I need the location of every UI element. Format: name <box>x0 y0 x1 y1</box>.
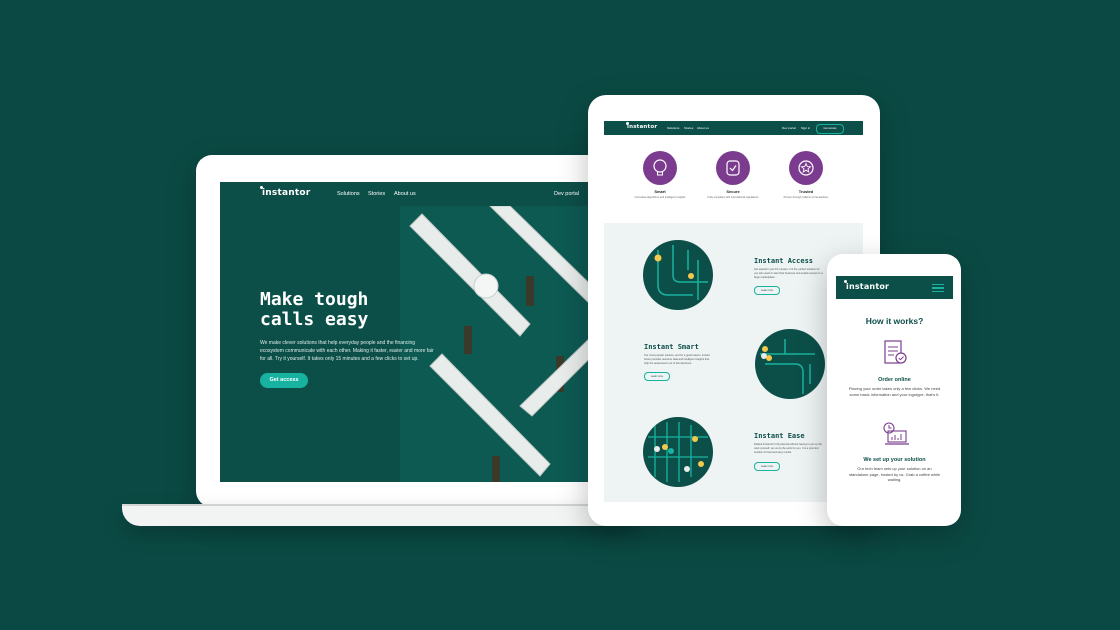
nav-dev-portal[interactable]: Dev portal <box>554 191 579 197</box>
feature-desc: Innovative algorithms and intelligent in… <box>634 196 686 199</box>
feature-secure: Secure Fully compliant with internationa… <box>703 151 763 200</box>
instantor-logo[interactable]: instantor <box>844 280 889 291</box>
nav-dev-portal[interactable]: Dev portal <box>782 126 796 130</box>
learn-more-button[interactable]: Learn more <box>754 286 780 295</box>
nav-sign-in[interactable]: Sign in <box>801 126 810 130</box>
section-text: Default Instantor's full potential witho… <box>754 443 822 454</box>
nav-stories[interactable]: Stories <box>684 126 693 130</box>
nav-solutions[interactable]: Solutions <box>667 126 679 130</box>
section-text: Get started in just 15 minutes. It is th… <box>754 268 823 279</box>
feature-trusted: Trusted Proven through millions of trans… <box>776 151 836 200</box>
tablet-screen: instantor Solutions Stories About us Dev… <box>604 121 863 502</box>
feature-desc: Fully compliant with international regul… <box>707 196 759 199</box>
instant-access-illustration <box>643 240 713 310</box>
laptop-setup-icon <box>883 422 909 445</box>
hero-title-line-2: calls easy <box>260 309 369 330</box>
instant-ease-illustration <box>643 417 713 487</box>
step-title-setup: We set up your solution <box>863 457 926 463</box>
section-text: Our most popular solution, and for a goo… <box>644 354 710 365</box>
hamburger-menu-icon[interactable] <box>932 284 944 292</box>
phone-navbar: instantor <box>836 276 953 299</box>
learn-more-button[interactable]: Learn more <box>754 462 780 471</box>
how-it-works-title: How it works? <box>865 316 924 326</box>
step-text: Our tech team sets up your solution on a… <box>848 466 941 482</box>
get-access-button[interactable]: Get access <box>816 124 844 134</box>
feature-smart: Smart Innovative algorithms and intellig… <box>630 151 690 200</box>
nav-about-us[interactable]: About us <box>394 191 416 197</box>
features-section: Smart Innovative algorithms and intellig… <box>604 135 863 223</box>
phone-screen: instantor How it works? Order online Pla… <box>836 276 953 502</box>
step-text: Placing your order takes only a few clic… <box>848 386 941 397</box>
section-title-instant-ease: Instant Ease <box>754 432 805 440</box>
lightbulb-icon <box>643 151 677 185</box>
hero-title: Make tough calls easy <box>260 290 410 330</box>
tablet-navbar: instantor Solutions Stories About us Dev… <box>604 121 863 135</box>
feature-title: Secure <box>726 189 740 194</box>
feature-title: Smart <box>654 189 666 194</box>
nav-about-us[interactable]: About us <box>697 126 709 130</box>
hero-description: We make clever solutions that help every… <box>260 340 434 362</box>
feature-title: Trusted <box>798 189 814 194</box>
laptop-screen: instantor Solutions Stories About us Dev… <box>220 182 592 482</box>
learn-more-button[interactable]: Learn more <box>644 372 670 381</box>
laptop-base <box>122 506 642 526</box>
nav-solutions[interactable]: Solutions <box>337 191 360 197</box>
step-title-order-online: Order online <box>878 377 911 383</box>
laptop-navbar: instantor Solutions Stories About us Dev… <box>220 182 592 206</box>
order-form-icon <box>884 340 907 364</box>
instantor-logo[interactable]: instantor <box>260 186 310 198</box>
instantor-logo[interactable]: instantor <box>626 122 657 130</box>
section-title-instant-smart: Instant Smart <box>644 343 699 351</box>
badge-star-icon <box>789 151 823 185</box>
feature-desc: Proven through millions of transactions <box>783 196 829 199</box>
get-access-button[interactable]: Get access <box>260 373 308 388</box>
shield-check-icon <box>716 151 750 185</box>
instant-smart-illustration <box>755 329 825 399</box>
marble-ball <box>473 273 499 299</box>
nav-stories[interactable]: Stories <box>368 191 385 197</box>
hero-title-line-1: Make tough <box>260 289 369 310</box>
section-title-instant-access: Instant Access <box>754 257 814 265</box>
